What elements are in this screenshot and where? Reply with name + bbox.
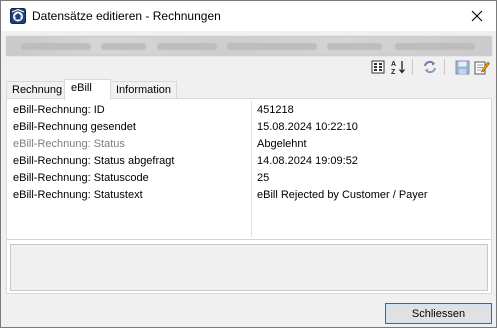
property-grid: eBill-Rechnung: ID 451218 eBill-Rechnung… — [9, 101, 489, 237]
refresh-icon — [424, 60, 436, 74]
dialog-window: Datensätze editieren - Rechnungen A Z Re… — [0, 0, 497, 328]
row-value: 25 — [257, 172, 270, 184]
table-row[interactable]: eBill-Rechnung: Status Abgelehnt — [9, 136, 489, 153]
sort-button[interactable]: A Z — [390, 59, 406, 75]
save-icon — [455, 60, 469, 74]
tab-information[interactable]: Information — [110, 81, 178, 99]
svg-text:Z: Z — [391, 69, 396, 75]
grid-splitter[interactable] — [7, 239, 491, 240]
table-row[interactable]: eBill-Rechnung: Status abgefragt 14.08.2… — [9, 153, 489, 170]
title-bar: Datensätze editieren - Rechnungen — [1, 1, 496, 31]
row-value: 451218 — [257, 104, 294, 116]
table-row[interactable]: eBill-Rechnung: ID 451218 — [9, 102, 489, 119]
tab-rechnung[interactable]: Rechnung — [6, 81, 69, 99]
tab-panel-ebill: eBill-Rechnung: ID 451218 eBill-Rechnung… — [6, 98, 492, 294]
save-button[interactable] — [454, 59, 470, 75]
table-row[interactable]: eBill-Rechnung: Statuscode 25 — [9, 170, 489, 187]
svg-text:A: A — [391, 61, 396, 68]
tab-strip: Rechnung eBill Information — [6, 79, 492, 100]
row-value: eBill Rejected by Customer / Payer — [257, 189, 428, 201]
row-label: eBill-Rechnung: Status — [13, 138, 125, 150]
grid-select-button[interactable] — [370, 59, 386, 75]
row-label: eBill-Rechnung: Statuscode — [13, 172, 149, 184]
edit-icon — [474, 61, 490, 75]
sort-az-icon: A Z — [391, 61, 405, 75]
table-row[interactable]: eBill-Rechnung: Statustext eBill Rejecte… — [9, 187, 489, 204]
close-icon — [471, 10, 483, 22]
table-row[interactable]: eBill-Rechnung gesendet 15.08.2024 10:22… — [9, 119, 489, 136]
record-selector-bar[interactable] — [6, 36, 492, 56]
grid-select-icon — [371, 60, 385, 74]
row-value: Abgelehnt — [257, 138, 307, 150]
toolbar-divider — [444, 59, 445, 75]
row-label: eBill-Rechnung: ID — [13, 104, 105, 116]
edit-button[interactable] — [474, 59, 490, 75]
window-title: Datensätze editieren - Rechnungen — [32, 9, 221, 23]
description-panel — [10, 244, 488, 291]
row-label: eBill-Rechnung: Statustext — [13, 189, 143, 201]
row-value: 14.08.2024 19:09:52 — [257, 155, 358, 167]
row-label: eBill-Rechnung: Status abgefragt — [13, 155, 175, 167]
refresh-button[interactable] — [422, 59, 438, 75]
row-value: 15.08.2024 10:22:10 — [257, 121, 358, 133]
row-label: eBill-Rechnung gesendet — [13, 121, 136, 133]
close-dialog-button[interactable]: Schliessen — [385, 303, 492, 324]
tab-ebill[interactable]: eBill — [64, 79, 111, 100]
toolbar-divider — [412, 59, 413, 75]
window-close-button[interactable] — [459, 1, 495, 31]
toolbar: A Z — [1, 57, 496, 77]
app-logo-icon — [10, 8, 26, 24]
